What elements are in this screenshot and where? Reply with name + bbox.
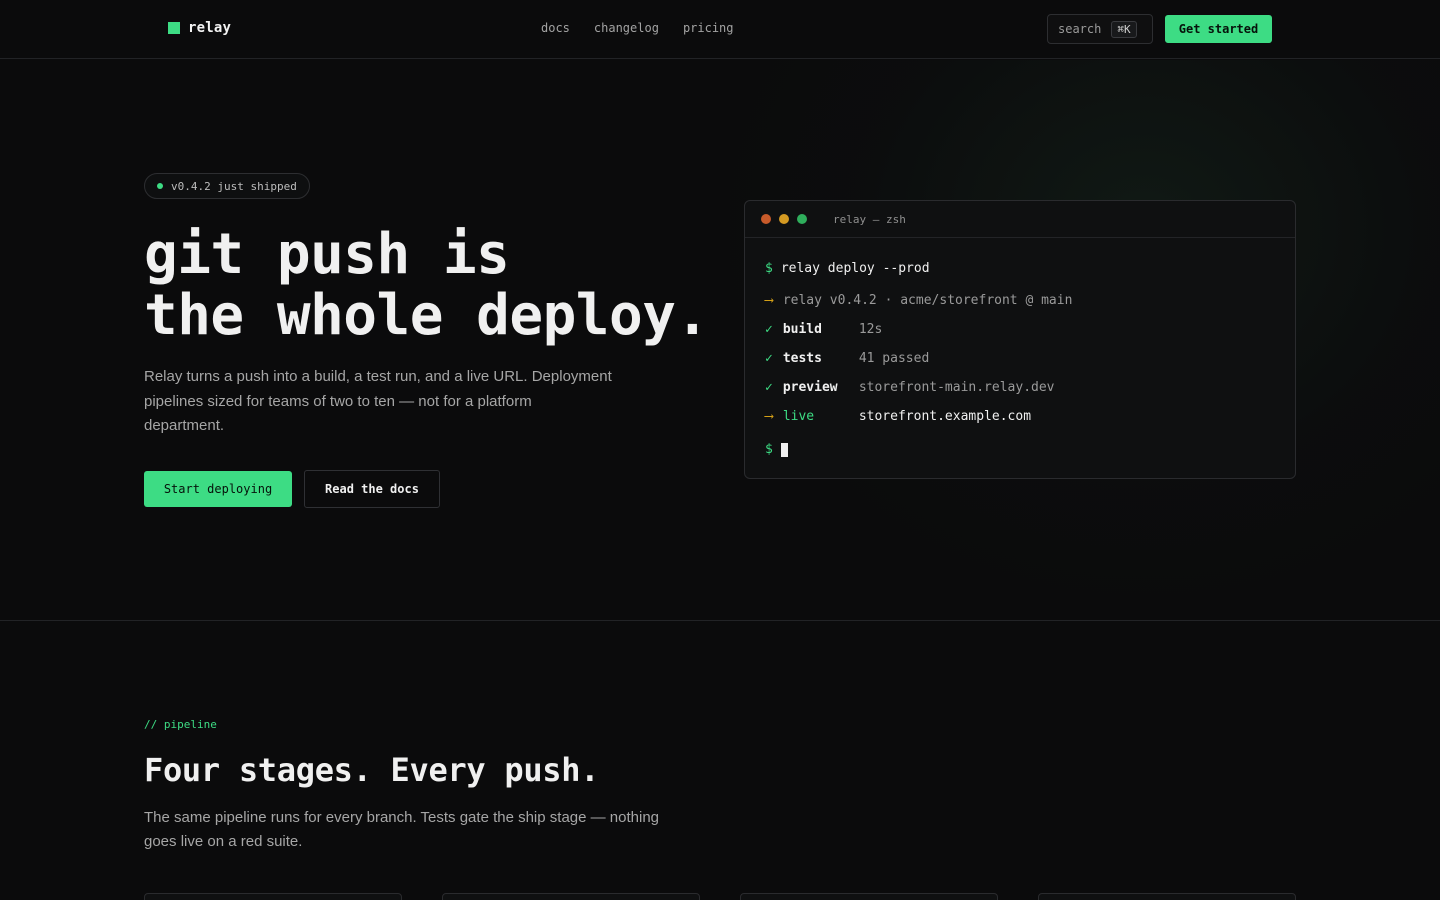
step-name: preview [782,380,838,395]
top-nav: relay docs changelog pricing search ⌘K G… [0,0,1440,59]
stage-card [144,893,402,900]
section-subtitle: The same pipeline runs for every branch.… [144,809,660,850]
step-name: tests [782,351,822,366]
nav-link-docs[interactable]: docs [541,21,570,35]
arrow-right-icon: ⟶ [765,293,773,308]
terminal-step-build: ✓ build 12s [765,315,1275,344]
terminal-output: $ relay deploy --prod ⟶ relay v0.4.2 · a… [745,238,1295,464]
brand-name: relay [188,20,232,36]
minimize-dot-icon [779,214,789,224]
cursor-block-icon [780,442,788,457]
read-docs-button[interactable]: Read the docs [304,470,440,508]
status-dot-icon [157,183,163,189]
preview-url[interactable]: storefront-main.relay.dev [859,380,1055,395]
terminal-step-live: ⟶ live storefront.example.com [765,402,1275,431]
search-button[interactable]: search ⌘K [1047,14,1153,44]
stage-card [1038,893,1296,900]
terminal-info: relay v0.4.2 · acme/storefront @ main [782,293,1073,308]
step-name: build [782,322,822,337]
stage-card [740,893,998,900]
release-badge-text: v0.4.2 just shipped [171,179,297,193]
hero-title-line-2: the whole deploy. [144,283,709,348]
nav-link-pricing[interactable]: pricing [683,21,734,35]
live-url[interactable]: storefront.example.com [859,409,1031,424]
terminal-step-tests: ✓ tests 41 passed [765,344,1275,373]
check-icon: ✓ [765,380,773,395]
prompt-symbol: $ [765,260,773,276]
check-icon: ✓ [765,351,773,366]
nav-link-changelog[interactable]: changelog [594,21,659,35]
section-title: Four stages. Every push. [144,751,600,789]
search-label: search [1058,22,1102,36]
stage-card [442,893,700,900]
check-icon: ✓ [765,322,773,337]
terminal-command-line: $ relay deploy --prod [765,256,1275,280]
terminal-step-preview: ✓ preview storefront-main.relay.dev [765,373,1275,402]
start-deploying-button[interactable]: Start deploying [144,471,292,507]
arrow-right-icon: ⟶ [765,409,773,424]
terminal-info-line: ⟶ relay v0.4.2 · acme/storefront @ main [765,286,1275,315]
hero-title-line-1: git push is [144,222,510,287]
prompt-symbol: $ [765,442,773,457]
get-started-button[interactable]: Get started [1165,15,1272,43]
terminal-title: relay — zsh [833,212,906,226]
hero-title: git push is the whole deploy. [144,224,744,346]
hero-subtitle: Relay turns a push into a build, a test … [144,368,612,434]
terminal-prompt-line: $ [765,435,1275,464]
brand-square-icon [168,22,180,34]
terminal-titlebar: relay — zsh [745,201,1295,238]
step-value: 41 passed [858,351,930,366]
step-name: live [782,409,815,424]
release-badge[interactable]: v0.4.2 just shipped [144,173,310,199]
nav-links: docs changelog pricing [541,21,734,35]
terminal-command: relay deploy --prod [780,260,930,276]
section-tag: // pipeline [144,718,217,731]
search-shortcut-key: ⌘K [1111,20,1137,38]
step-value: 12s [858,322,883,337]
close-dot-icon [761,214,771,224]
brand-logo[interactable]: relay [168,20,231,36]
terminal-window: relay — zsh $ relay deploy --prod ⟶ rela… [744,200,1296,479]
section-divider [0,620,1440,621]
maximize-dot-icon [797,214,807,224]
